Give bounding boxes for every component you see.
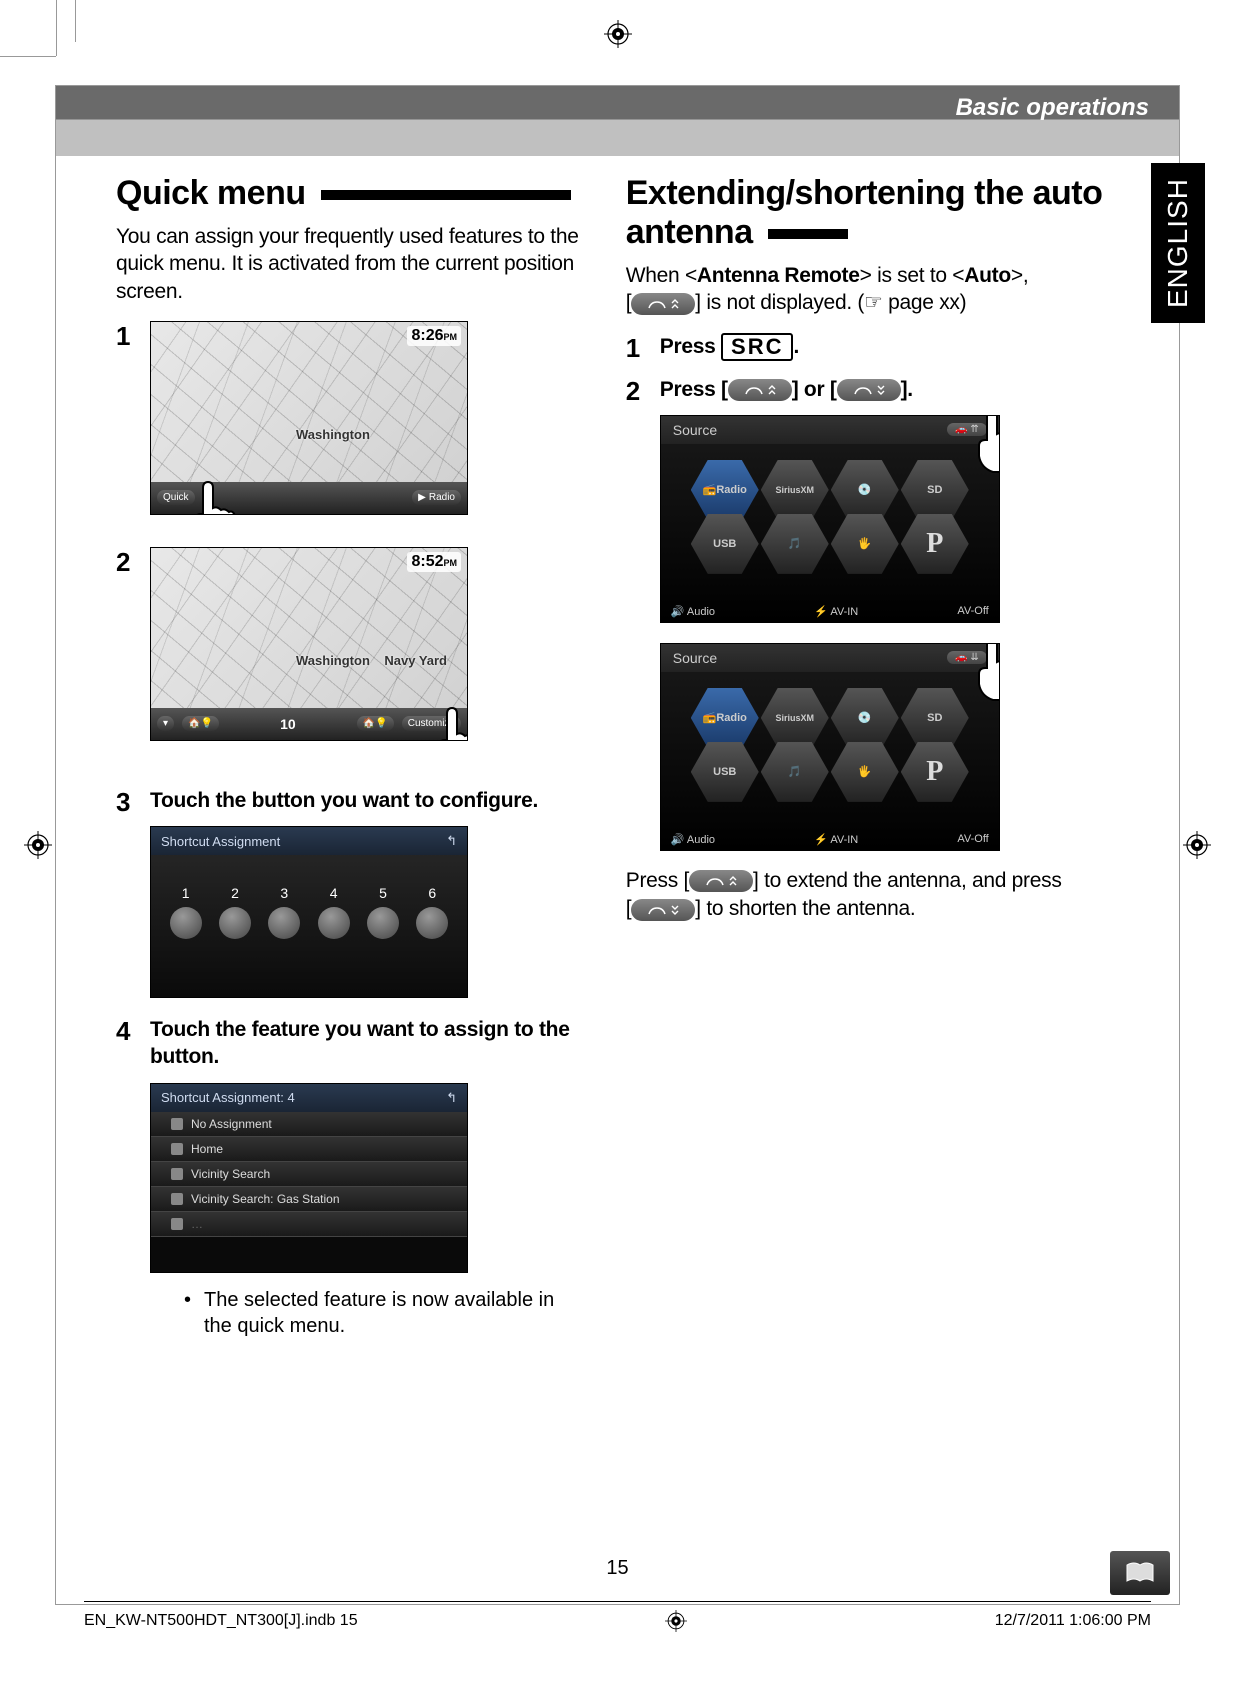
quick-menu-heading: Quick menu [116, 174, 586, 213]
hex-usb: USB [691, 742, 759, 802]
step-number: 1 [626, 333, 660, 364]
registration-mark-icon [665, 1610, 687, 1632]
map-city-label: Washington [296, 427, 370, 442]
footer-audio: 🔊 Audio [671, 605, 715, 618]
source-screenshot-1: Source 🚗 ⇈ 📻 Radio SiriusXM 💿 SD USB 🎵 [660, 415, 1000, 623]
map-screenshot-2: 8:52PM Washington Navy Yard ▾ 🏠💡 10 🏠💡 C… [150, 547, 468, 741]
hex-bt: 🖐 [831, 742, 899, 802]
footer-date: 12/7/2011 1:06:00 PM [995, 1612, 1151, 1630]
back-button: ▾ [157, 716, 174, 731]
shortcut-assignment-screenshot: Shortcut Assignment ↰ 1 2 3 4 5 6 [150, 826, 468, 998]
shortcut-slot: 1 [163, 885, 208, 939]
hex-p: P [901, 742, 969, 802]
step-2-text: Press [] or []. [660, 376, 1119, 403]
footer-avoff: AV-Off [957, 605, 988, 618]
language-tab: ENGLISH [1151, 163, 1205, 323]
step-number: 1 [116, 321, 150, 535]
hex-sirius: SiriusXM [761, 460, 829, 520]
antenna-button-icon: 🚗 ⇈ [947, 423, 987, 436]
left-column: Quick menu You can assign your frequentl… [116, 174, 586, 1351]
hex-usb: USB [691, 514, 759, 574]
page-number: 15 [606, 1557, 628, 1580]
bullet-icon: • [184, 1287, 204, 1339]
list-item: Vicinity Search [151, 1162, 467, 1187]
map-screenshot-1: 8:26PM Washington Quick ▶ Radio [150, 321, 468, 515]
step-1-text: Press SRC. [660, 333, 1119, 362]
hex-sd: SD [901, 688, 969, 748]
shortcut-slot: 3 [262, 885, 307, 939]
step-4-text: Touch the feature you want to assign to … [150, 1016, 586, 1071]
antenna-up-icon [631, 293, 695, 315]
shortcut-title: Shortcut Assignment [161, 834, 280, 849]
section-title: Basic operations [956, 94, 1149, 122]
hex-disc: 💿 [831, 688, 899, 748]
step-number: 2 [116, 547, 150, 761]
icon-button: 🏠💡 [357, 716, 394, 731]
hex-p: P [901, 514, 969, 574]
list-item: No Assignment [151, 1112, 467, 1137]
hex-sd: SD [901, 460, 969, 520]
src-button: SRC [721, 333, 793, 361]
footer-avoff: AV-Off [957, 833, 988, 846]
antenna-down-icon [837, 379, 901, 401]
distance: 10 [227, 716, 349, 732]
footer-file: EN_KW-NT500HDT_NT300[J].indb 15 [84, 1612, 358, 1630]
step-number: 2 [626, 376, 660, 851]
list-title: Shortcut Assignment: 4 [161, 1090, 295, 1105]
list-item: Vicinity Search: Gas Station [151, 1187, 467, 1212]
customize-button: Customize [402, 716, 461, 731]
hex-radio: 📻 Radio [691, 460, 759, 520]
header-bar: Basic operations [56, 86, 1179, 156]
back-icon: ↰ [446, 833, 457, 849]
shortcut-slot: 6 [410, 885, 455, 939]
map-time: 8:52PM [407, 552, 461, 572]
step-number: 3 [116, 787, 150, 998]
hex-ipod: 🎵 [761, 742, 829, 802]
registration-mark-icon [24, 831, 52, 859]
source-label: Source [673, 422, 717, 438]
heading-text: Extending/shortening the auto antenna [626, 174, 1103, 251]
antenna-button-icon: 🚗 ⇊ [947, 651, 987, 664]
shortcut-slot: 4 [311, 885, 356, 939]
heading-text: Quick menu [116, 174, 306, 212]
shortcut-slot: 5 [360, 885, 405, 939]
list-item: Home [151, 1137, 467, 1162]
quick-button: Quick [157, 490, 195, 505]
shortcut-list-screenshot: Shortcut Assignment: 4 ↰ No Assignment H… [150, 1083, 468, 1273]
back-icon: ↰ [446, 1090, 457, 1106]
hex-radio: 📻 Radio [691, 688, 759, 748]
map-time: 8:26PM [407, 326, 461, 346]
step-3-text: Touch the button you want to configure. [150, 787, 586, 814]
bullet-text: The selected feature is now available in… [204, 1287, 586, 1339]
step-number: 4 [116, 1016, 150, 1339]
antenna-down-icon [631, 899, 695, 921]
antenna-heading: Extending/shortening the auto antenna [626, 174, 1119, 252]
map-city-label: Washington Navy Yard [296, 653, 447, 668]
radio-button: ▶ Radio [412, 490, 461, 505]
right-column: Extending/shortening the auto antenna Wh… [626, 174, 1119, 1351]
shortcut-slot: 2 [212, 885, 257, 939]
book-icon [1110, 1551, 1170, 1595]
footer-avin: ⚡ AV-IN [814, 833, 858, 846]
icon-button: 🏠💡 [182, 716, 219, 731]
hex-sirius: SiriusXM [761, 688, 829, 748]
registration-mark-icon [1183, 831, 1211, 859]
antenna-intro: When <Antenna Remote> is set to <Auto>, … [626, 262, 1119, 317]
quick-menu-intro: You can assign your frequently used feat… [116, 223, 586, 305]
source-screenshot-2: Source 🚗 ⇊ 📻 Radio SiriusXM 💿 SD USB 🎵 [660, 643, 1000, 851]
antenna-up-icon [689, 870, 753, 892]
hex-disc: 💿 [831, 460, 899, 520]
antenna-after-text: Press [] to extend the antenna, and pres… [626, 867, 1119, 924]
antenna-up-icon [728, 379, 792, 401]
list-item: … [151, 1212, 467, 1237]
footer-avin: ⚡ AV-IN [814, 605, 858, 618]
page-frame: Basic operations Quick menu You can assi… [55, 85, 1180, 1605]
footer-audio: 🔊 Audio [671, 833, 715, 846]
hex-ipod: 🎵 [761, 514, 829, 574]
source-label: Source [673, 650, 717, 666]
footer: EN_KW-NT500HDT_NT300[J].indb 15 12/7/201… [84, 1601, 1151, 1632]
registration-mark-icon [604, 20, 632, 48]
hex-bt: 🖐 [831, 514, 899, 574]
